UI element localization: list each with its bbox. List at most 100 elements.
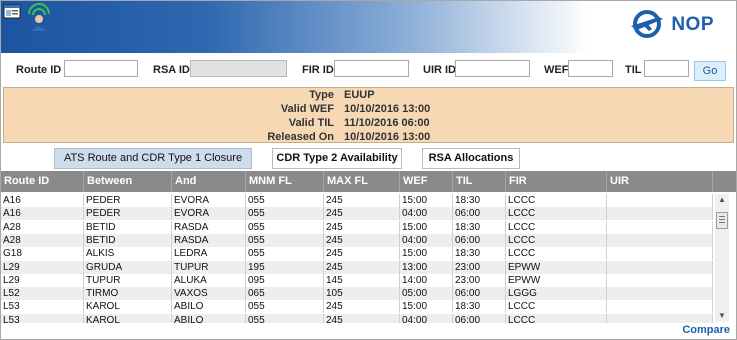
cell-til: 06:00 [453,287,506,301]
table-row[interactable]: A28 BETID RASDA 055 245 04:00 06:00 LCCC [1,233,713,247]
cell-max-fl: 245 [324,207,400,221]
tab-rsa-allocations[interactable]: RSA Allocations [422,148,520,169]
col-uir[interactable]: UIR [607,171,713,192]
window-app-icon[interactable] [3,3,21,24]
header-banner: NOP [1,1,736,53]
airplane-logo-icon [629,7,665,44]
cell-wef: 04:00 [400,207,453,221]
til-input[interactable] [644,60,689,77]
table-row[interactable]: L52 TIRMO VAXOS 065 105 05:00 06:00 LGGG [1,287,713,301]
cell-route-id: G18 [1,247,84,261]
table-row[interactable]: L29 GRUDA TUPUR 195 245 13:00 23:00 EPWW [1,260,713,274]
cell-wef: 15:00 [400,194,453,207]
scroll-thumb[interactable] [716,212,728,229]
cell-fir: LCCC [506,300,607,314]
cell-route-id: A16 [1,207,84,221]
table-scrollbar[interactable]: ▲ ▼ [715,194,729,322]
cell-fir: EPWW [506,260,607,274]
released-on-value: 10/10/2016 13:00 [344,131,431,143]
route-id-input[interactable] [64,60,138,77]
col-max-fl[interactable]: MAX FL [324,171,400,192]
cell-route-id: A28 [1,233,84,247]
cell-mnm-fl: 055 [246,194,324,207]
type-label: Type [309,89,334,101]
cell-between: KAROL [84,300,172,314]
cell-max-fl: 245 [324,313,400,323]
cell-uir [607,220,713,234]
nop-logo: NOP [629,7,714,43]
cell-between: BETID [84,220,172,234]
type-value: EUUP [344,89,375,101]
scroll-up-icon[interactable]: ▲ [715,194,729,206]
cell-mnm-fl: 055 [246,247,324,261]
table-row[interactable]: L53 KAROL ABILO 055 245 15:00 18:30 LCCC [1,300,713,314]
cell-between: BETID [84,233,172,247]
cell-route-id: A28 [1,220,84,234]
col-and[interactable]: And [172,171,246,192]
fir-id-label: FIR ID [302,64,334,76]
cell-max-fl: 245 [324,233,400,247]
cell-mnm-fl: 195 [246,260,324,274]
valid-wef-value: 10/10/2016 13:00 [344,103,431,115]
cell-til: 23:00 [453,260,506,274]
cell-mnm-fl: 065 [246,287,324,301]
cell-til: 23:00 [453,273,506,287]
col-til[interactable]: TIL [453,171,506,192]
validity-info-box: Type EUUP Valid WEF 10/10/2016 13:00 Val… [3,87,734,143]
cell-fir: LCCC [506,194,607,207]
cell-uir [607,194,713,207]
cell-and: RASDA [172,220,246,234]
wef-input[interactable] [568,60,613,77]
cell-til: 18:30 [453,247,506,261]
valid-wef-label: Valid WEF [280,103,334,115]
compare-link[interactable]: Compare [682,324,730,336]
cell-uir [607,233,713,247]
fir-id-input[interactable] [334,60,409,77]
scroll-down-icon[interactable]: ▼ [715,310,729,322]
table-row[interactable]: A16 PEDER EVORA 055 245 04:00 06:00 LCCC [1,207,713,221]
tab-cdr-type2[interactable]: CDR Type 2 Availability [272,148,402,169]
col-mnm-fl[interactable]: MNM FL [246,171,324,192]
cell-route-id: L53 [1,300,84,314]
cell-til: 06:00 [453,233,506,247]
col-fir[interactable]: FIR [506,171,607,192]
col-wef[interactable]: WEF [400,171,453,192]
cell-max-fl: 245 [324,300,400,314]
cell-and: EVORA [172,194,246,207]
cell-wef: 04:00 [400,233,453,247]
cell-fir: LCCC [506,220,607,234]
cell-route-id: L29 [1,273,84,287]
tab-ats-route-cdr1[interactable]: ATS Route and CDR Type 1 Closure [54,148,252,169]
header-scroll-spacer [713,171,736,192]
cell-til: 18:30 [453,220,506,234]
cell-wef: 13:00 [400,260,453,274]
cell-fir: LCCC [506,313,607,323]
cell-max-fl: 245 [324,220,400,234]
cell-til: 06:00 [453,313,506,323]
table-row[interactable]: L29 TUPUR ALUKA 095 145 14:00 23:00 EPWW [1,273,713,287]
cell-route-id: L53 [1,313,84,323]
table-row[interactable]: A28 BETID RASDA 055 245 15:00 18:30 LCCC [1,220,713,234]
rsa-id-label: RSA ID [153,64,190,76]
cell-and: LEDRA [172,247,246,261]
cell-and: EVORA [172,207,246,221]
cell-uir [607,207,713,221]
user-network-icon[interactable] [25,3,53,36]
cell-route-id: L29 [1,260,84,274]
table-row[interactable]: A16 PEDER EVORA 055 245 15:00 18:30 LCCC [1,194,713,207]
col-route-id[interactable]: Route ID [1,171,84,192]
table-row[interactable]: G18 ALKIS LEDRA 055 245 15:00 18:30 LCCC [1,247,713,261]
cell-max-fl: 245 [324,194,400,207]
cell-wef: 15:00 [400,247,453,261]
cell-uir [607,300,713,314]
cell-wef: 15:00 [400,300,453,314]
cell-and: TUPUR [172,260,246,274]
cell-and: ABILO [172,300,246,314]
cell-wef: 15:00 [400,220,453,234]
uir-id-input[interactable] [455,60,530,77]
table-row[interactable]: L53 KAROL ABILO 055 245 04:00 06:00 LCCC [1,313,713,323]
filter-bar: Route ID RSA ID FIR ID UIR ID WEF TIL Go [1,59,736,83]
col-between[interactable]: Between [84,171,172,192]
go-button[interactable]: Go [694,61,726,81]
cell-mnm-fl: 055 [246,233,324,247]
